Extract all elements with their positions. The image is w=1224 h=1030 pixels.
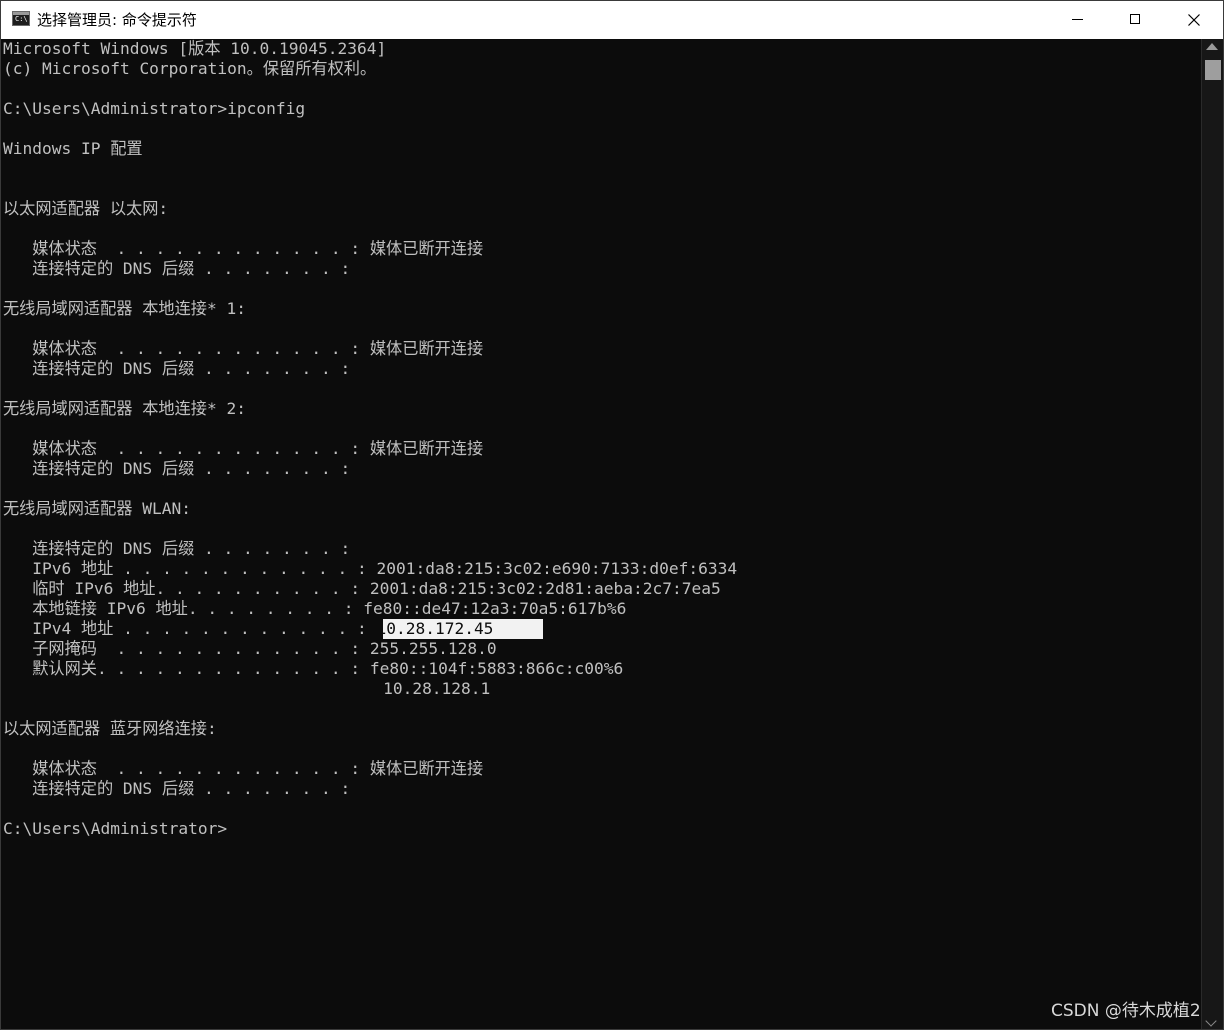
- console-line: IPv6 地址 . . . . . . . . . . . . : 2001:d…: [3, 559, 738, 578]
- console-line: 本地链接 IPv6 地址. . . . . . . . : fe80::de47…: [3, 599, 627, 618]
- title-bar[interactable]: C:\ 选择管理员: 命令提示符: [1, 1, 1223, 39]
- vertical-scrollbar[interactable]: [1201, 39, 1223, 1029]
- console-line: 以太网适配器 以太网:: [3, 199, 169, 218]
- maximize-icon: [1130, 14, 1140, 24]
- console-output[interactable]: Microsoft Windows [版本 10.0.19045.2364] (…: [3, 39, 1199, 1029]
- console-line: 无线局域网适配器 本地连接* 1:: [3, 299, 246, 318]
- console-line: 媒体状态 . . . . . . . . . . . . : 媒体已断开连接: [3, 759, 484, 778]
- console-line: 临时 IPv6 地址. . . . . . . . . . : 2001:da8…: [3, 579, 721, 598]
- console-line: 无线局域网适配器 本地连接* 2:: [3, 399, 246, 418]
- console-line: 10.28.128.1: [3, 679, 491, 698]
- console-line: (c) Microsoft Corporation。保留所有权利。: [3, 59, 377, 78]
- minimize-button[interactable]: [1048, 1, 1106, 39]
- console-line: 默认网关. . . . . . . . . . . . . : fe80::10…: [3, 659, 624, 678]
- console-line: 无线局域网适配器 WLAN:: [3, 499, 191, 518]
- console-line: 连接特定的 DNS 后缀 . . . . . . . :: [3, 259, 351, 278]
- app-icon-text: C:\: [15, 15, 28, 23]
- watermark-text: CSDN @待木成植2: [1051, 1001, 1201, 1021]
- scroll-up-arrow-icon[interactable]: [1206, 43, 1218, 50]
- close-icon: [1188, 14, 1200, 26]
- console-line: 连接特定的 DNS 后缀 . . . . . . . :: [3, 359, 351, 378]
- console-line-prompt: C:\Users\Administrator>: [3, 819, 228, 838]
- cmd-app-icon[interactable]: C:\: [12, 11, 30, 26]
- console-line: 媒体状态 . . . . . . . . . . . . : 媒体已断开连接: [3, 339, 484, 358]
- console-line-ipv4: IPv4 地址 . . . . . . . . . . . . : 10.28.…: [3, 619, 493, 639]
- console-line: C:\Users\Administrator>ipconfig: [3, 99, 306, 118]
- ipv4-label: IPv4 地址 . . . . . . . . . . . . :: [3, 619, 377, 638]
- command-prompt-window: C:\ 选择管理员: 命令提示符 Microsoft Windows [版本 1…: [0, 0, 1224, 1030]
- console-line: 子网掩码 . . . . . . . . . . . . : 255.255.1…: [3, 639, 497, 658]
- minimize-icon: [1072, 19, 1083, 20]
- console-line: 媒体状态 . . . . . . . . . . . . : 媒体已断开连接: [3, 239, 484, 258]
- console-line: 连接特定的 DNS 后缀 . . . . . . . :: [3, 459, 351, 478]
- console-line: Microsoft Windows [版本 10.0.19045.2364]: [3, 39, 387, 58]
- console-line: 连接特定的 DNS 后缀 . . . . . . . :: [3, 779, 351, 798]
- selected-ipv4-value: 10.28.172.45: [376, 619, 494, 638]
- console-line: Windows IP 配置: [3, 139, 143, 158]
- scrollbar-thumb[interactable]: [1205, 60, 1221, 80]
- console-line: 连接特定的 DNS 后缀 . . . . . . . :: [3, 539, 351, 558]
- console-line: 以太网适配器 蓝牙网络连接:: [3, 719, 217, 738]
- window-title: 选择管理员: 命令提示符: [37, 11, 197, 29]
- console-line: 媒体状态 . . . . . . . . . . . . : 媒体已断开连接: [3, 439, 484, 458]
- close-button[interactable]: [1165, 1, 1223, 39]
- maximize-button[interactable]: [1106, 1, 1164, 39]
